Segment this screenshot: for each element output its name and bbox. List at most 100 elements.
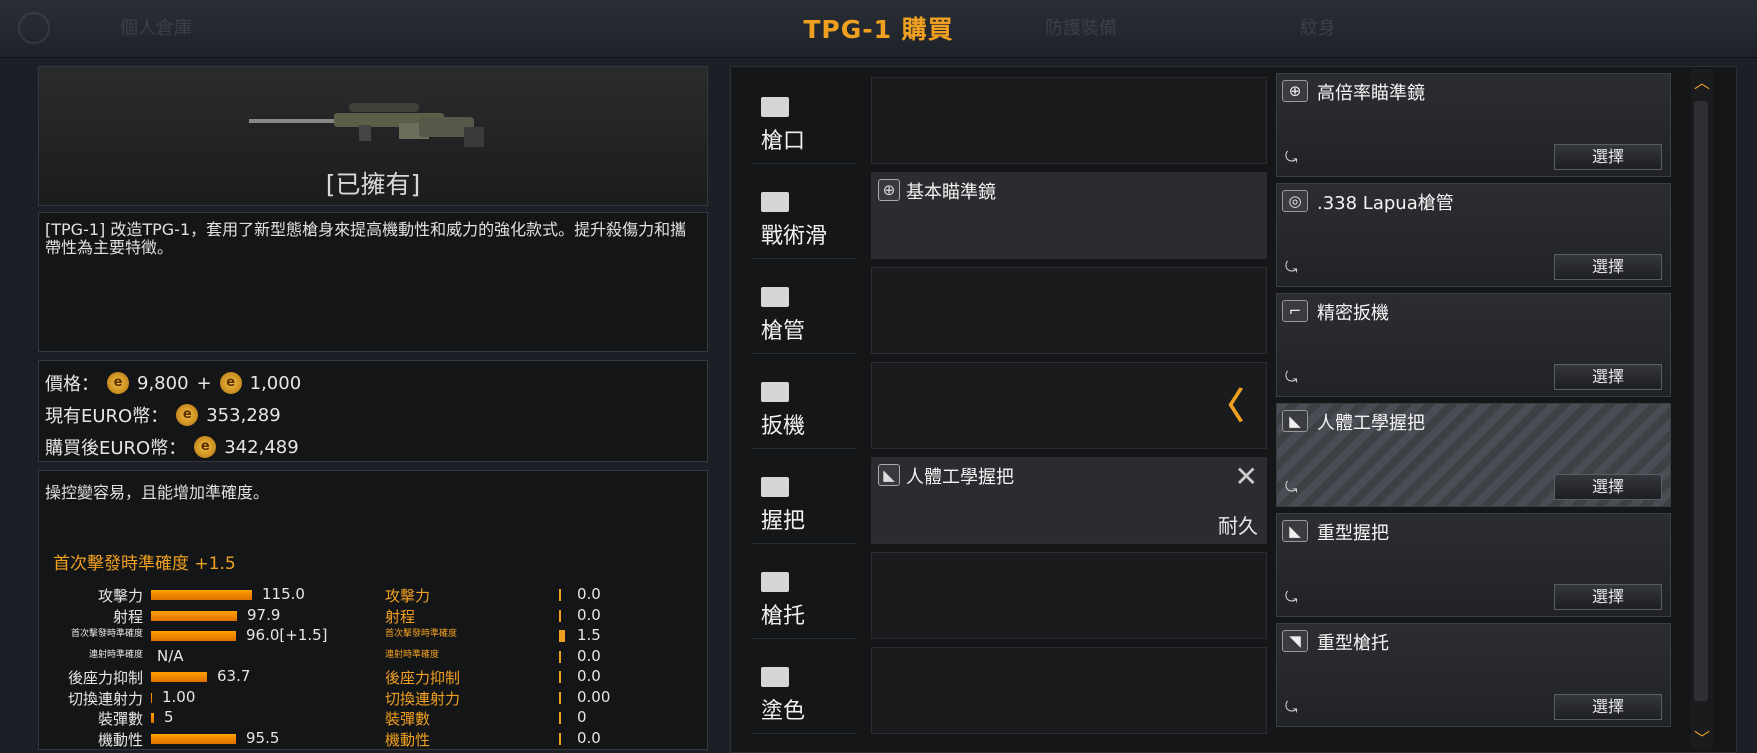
scroll-thumb[interactable] — [1694, 101, 1708, 701]
stance-icon: ⤿ — [1285, 148, 1298, 166]
euro-coin-icon: e — [176, 404, 199, 426]
slot-3: 扳機 — [751, 360, 1267, 449]
part-type-icon: ◣ — [1282, 410, 1308, 432]
stat-label: 連射時準確度 — [88, 649, 143, 660]
stat-label: 射程 — [112, 607, 143, 626]
stat-label: 裝彈數 — [97, 710, 143, 728]
empty-slot[interactable] — [871, 267, 1267, 354]
part-card[interactable]: ◣ 人體工學握把 ⤿ 選擇 — [1276, 403, 1671, 507]
stat-value: 95.5 — [246, 728, 280, 747]
stat-diff-value: 0.0 — [577, 646, 601, 665]
part-type-icon: ⊕ — [878, 179, 900, 201]
stance-icon: ⤿ — [1285, 588, 1298, 606]
stat-diff-label: 首次擊發時準確度 — [385, 629, 458, 639]
stance-icon: ⤿ — [1285, 478, 1298, 496]
stat-label: 後座力抑制 — [67, 669, 143, 687]
stat-diff-bar — [559, 712, 561, 724]
slot-label: 槍托 — [751, 550, 856, 639]
slot-4: 握把 ◣ 人體工學握把 ✕ 耐久 — [751, 455, 1267, 544]
stat-row: 機動性 95.5 機動性 0.0 — [45, 729, 705, 749]
gun-preview: [已擁有] — [38, 66, 708, 206]
page-title: TPG-1 購買 — [803, 15, 954, 44]
slot-name: 槍托 — [761, 604, 806, 629]
price-value: 9,800 — [137, 372, 189, 394]
stat-row: 連射時準確度 N/A 連射時準確度 0.0 — [45, 647, 705, 667]
stat-value: 1.00 — [162, 687, 196, 706]
slot-icon — [761, 477, 789, 497]
part-name: 重型槍托 — [1317, 633, 1389, 654]
part-card[interactable]: ◥ 重型槍托 ⤿ 選擇 — [1276, 623, 1671, 727]
slot-label: 塗色 — [751, 645, 856, 734]
stat-bar — [151, 672, 207, 682]
equipped-slot[interactable]: ◣ 人體工學握把 ✕ 耐久 — [871, 457, 1267, 544]
slot-icon — [761, 287, 789, 307]
stat-value: 97.9 — [247, 605, 281, 624]
slot-label: 戰術滑 — [751, 170, 856, 259]
stat-label: 機動性 — [97, 730, 143, 749]
select-button[interactable]: 選擇 — [1554, 474, 1662, 500]
stat-row: 切換連射力 1.00 切換連射力 0.00 — [45, 688, 705, 708]
empty-slot[interactable] — [871, 77, 1267, 164]
part-type-icon: ◣ — [878, 464, 900, 486]
select-button[interactable]: 選擇 — [1554, 144, 1662, 170]
part-type-icon: ◎ — [1282, 190, 1308, 212]
scrollbar[interactable]: ︿ ﹀ — [1691, 69, 1713, 749]
remove-part-icon[interactable]: ✕ — [1235, 460, 1258, 493]
slot-icon — [761, 97, 789, 117]
effect-bonus: 首次擊發時準確度 +1.5 — [53, 554, 236, 574]
slot-icon — [761, 667, 789, 687]
arrow-left-icon: 〈 — [1208, 386, 1245, 427]
stat-label: 切換連射力 — [67, 689, 143, 708]
part-card[interactable]: ◎ .338 Lapua槍管 ⤿ 選擇 — [1276, 183, 1671, 287]
weapon-description: [TPG-1] 改造TPG-1，套用了新型態槍身來提高機動性和威力的強化款式。提… — [38, 212, 708, 352]
sniper-rifle-icon — [249, 103, 484, 147]
part-type-icon: ⌐ — [1282, 300, 1308, 322]
slot-0: 槍口 — [751, 75, 1267, 164]
slot-name: 槍口 — [761, 129, 806, 154]
current-euro-value: 353,289 — [206, 404, 281, 426]
part-card[interactable]: ◣ 重型握把 ⤿ 選擇 — [1276, 513, 1671, 617]
after-euro-label: 購買後EURO幣： — [45, 438, 187, 459]
part-name: 精密扳機 — [1317, 303, 1389, 324]
equipped-slot[interactable]: ⊕ 基本瞄準鏡 — [871, 172, 1267, 259]
after-euro-value: 342,489 — [224, 436, 299, 458]
part-card[interactable]: ⊕ 高倍率瞄準鏡 ⤿ 選擇 — [1276, 73, 1671, 177]
stat-bar — [151, 610, 237, 621]
stat-diff-bar — [559, 671, 561, 683]
stat-value: 115.0 — [262, 585, 305, 603]
stat-bar — [151, 733, 236, 744]
stat-diff-label: 連射時準確度 — [385, 649, 440, 660]
parts-panel: 槍口 戰術滑 ⊕ 基本瞄準鏡 槍管 扳機 握把 ◣ 人體工學握把 ✕ 耐久 槍托 塗色 〈 ⊕ 高倍率瞄準… — [730, 66, 1737, 753]
slot-label: 槍口 — [751, 75, 856, 164]
effect-text: 操控變容易，且能增加準確度。 — [45, 483, 270, 502]
stat-bar — [151, 590, 252, 600]
stat-row: 後座力抑制 63.7 後座力抑制 0.0 — [45, 667, 705, 687]
stat-diff-bar — [559, 650, 561, 663]
empty-slot[interactable] — [871, 647, 1267, 734]
stance-icon: ⤿ — [1285, 368, 1298, 386]
current-euro-label: 現有EURO幣： — [45, 406, 169, 427]
after-euro-row: 購買後EURO幣： e 342,489 — [45, 431, 701, 463]
stat-row: 攻擊力 115.0 攻擊力 0.0 — [45, 585, 705, 605]
part-type-icon: ◣ — [1282, 520, 1308, 542]
select-button[interactable]: 選擇 — [1554, 364, 1662, 390]
slot-icon — [761, 192, 789, 212]
scroll-up-icon[interactable]: ︿ — [1693, 69, 1711, 93]
stance-icon: ⤿ — [1285, 698, 1298, 716]
scroll-down-icon[interactable]: ﹀ — [1693, 725, 1711, 749]
stat-diff-label: 攻擊力 — [385, 587, 431, 605]
part-type-icon: ◥ — [1282, 630, 1308, 652]
select-button[interactable]: 選擇 — [1554, 694, 1662, 720]
stat-diff-value: 0.0 — [577, 667, 601, 685]
part-name: 高倍率瞄準鏡 — [1317, 83, 1425, 104]
slot-icon — [761, 572, 789, 592]
stat-bar — [151, 631, 236, 641]
select-button[interactable]: 選擇 — [1554, 254, 1662, 280]
empty-slot[interactable] — [871, 552, 1267, 639]
stat-value: 5 — [164, 708, 174, 726]
stat-diff-value: 0.00 — [577, 687, 611, 706]
stat-row: 射程 97.9 射程 0.0 — [45, 606, 705, 626]
stat-row: 首次擊發時準確度 96.0[+1.5] 首次擊發時準確度 1.5 — [45, 626, 705, 646]
select-button[interactable]: 選擇 — [1554, 584, 1662, 610]
part-card[interactable]: ⌐ 精密扳機 ⤿ 選擇 — [1276, 293, 1671, 397]
